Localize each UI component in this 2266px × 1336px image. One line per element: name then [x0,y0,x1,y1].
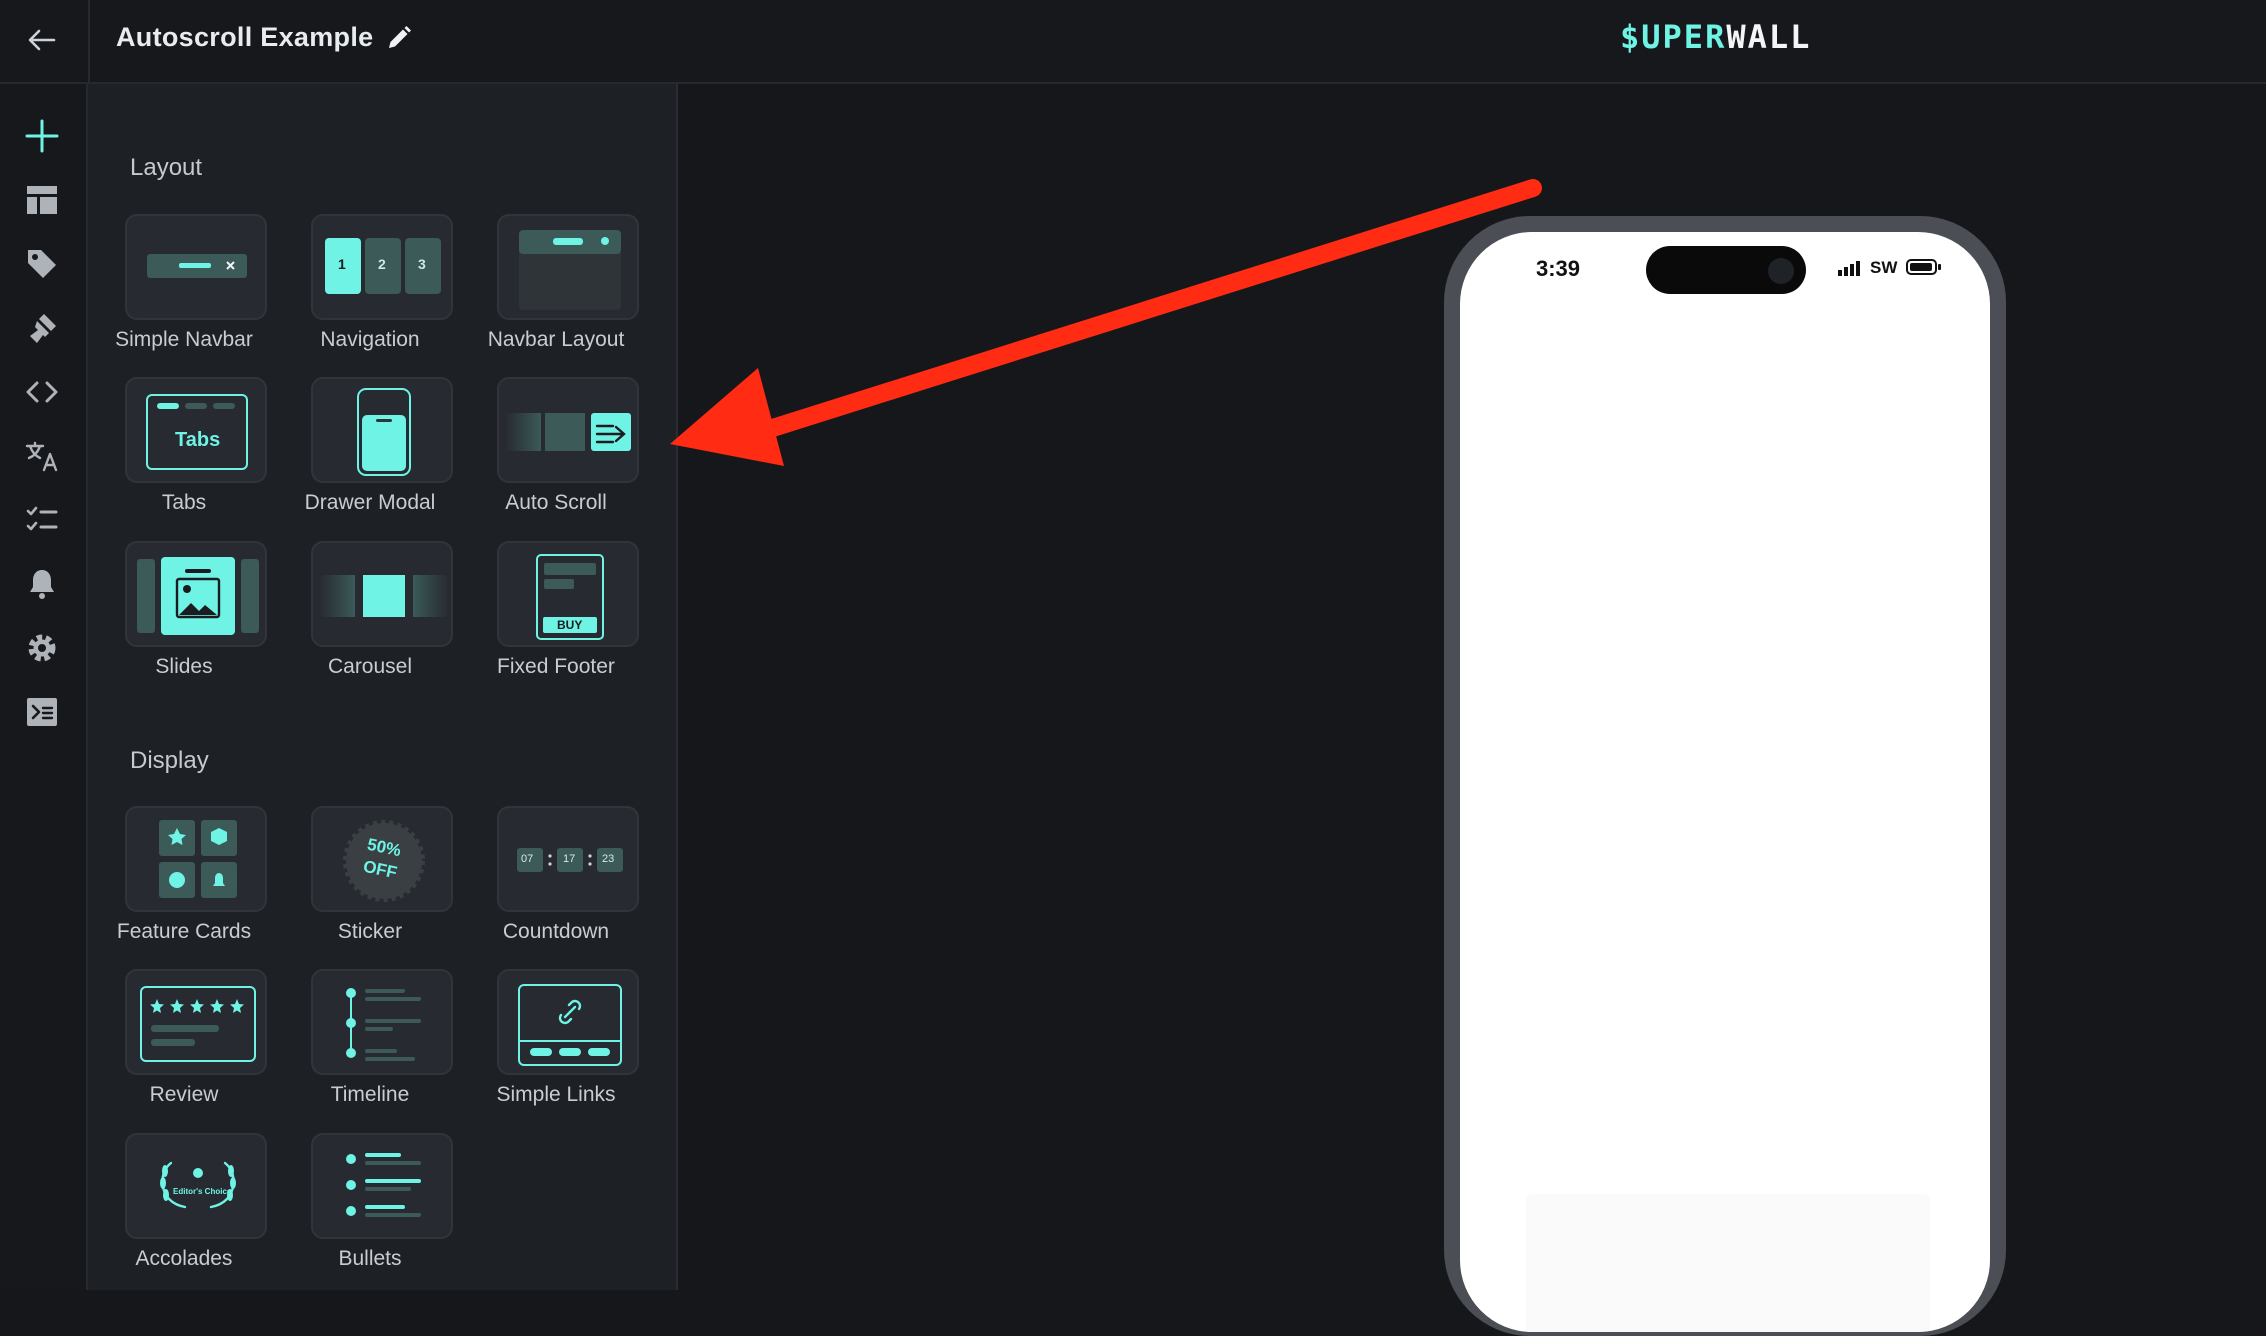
localization-button[interactable] [20,434,64,478]
label-tabs: Tabs [161,491,207,514]
auto-scroll-icon [505,413,631,451]
logo-part-2: WALL [1726,18,1812,56]
tile-simple-links[interactable] [497,969,639,1075]
bell-icon [30,570,54,599]
divider [88,0,90,84]
code-button[interactable] [20,370,64,414]
label-timeline: Timeline [330,1083,410,1106]
layout-button[interactable] [20,178,64,222]
translate-icon [25,441,58,472]
logo-part-1: $UPER [1620,18,1727,56]
countdown-3: 23 [602,853,615,865]
accolade-text: Editor's Choice [173,1187,232,1196]
tabs-word: Tabs [175,429,221,451]
label-navigation: Navigation [320,328,420,351]
superwall-logo: $UPERWALL [1620,18,1811,56]
elements-panel: Layout Simple Navbar 1 2 3 Navigation Na… [88,84,678,1290]
back-arrow-icon [28,29,56,51]
simple-navbar-icon [147,254,247,278]
carousel-icon [319,575,449,617]
checklist-button[interactable] [20,498,64,542]
theme-button[interactable] [20,306,64,350]
battery-icon [1906,259,1941,275]
label-accolades: Accolades [135,1247,233,1270]
tile-feature-cards[interactable] [125,806,267,912]
terminal-icon [27,698,57,726]
notifications-button[interactable] [20,562,64,606]
tile-countdown[interactable]: 07 17 23 [497,806,639,912]
label-simple-navbar: Simple Navbar [115,328,253,351]
layout-icon [27,186,57,214]
tile-navigation[interactable]: 1 2 3 [311,214,453,320]
page-title: Autoscroll Example [116,22,374,52]
label-countdown: Countdown [502,920,610,943]
tile-simple-navbar[interactable] [125,214,267,320]
slides-icon [137,557,259,635]
signal-icon [1838,261,1860,276]
label-slides: Slides [155,655,213,678]
tile-accolades[interactable]: Editor's Choice [125,1133,267,1239]
bottom-placeholder [1526,1194,1930,1332]
simple-links-icon [518,984,622,1066]
back-button[interactable] [18,16,66,64]
tile-sticker[interactable]: 50% OFF [311,806,453,912]
icon-rail [0,84,88,1290]
countdown-2: 17 [563,853,576,865]
label-carousel: Carousel [327,655,413,678]
label-bullets: Bullets [338,1247,402,1270]
add-element-button[interactable] [20,114,64,158]
pencil-icon [389,26,411,48]
section-title-layout: Layout [130,154,203,181]
tile-navbar-layout[interactable] [497,214,639,320]
label-sticker: Sticker [337,920,403,943]
nav-num-2: 2 [378,256,386,272]
tag-icon [28,250,56,278]
console-button[interactable] [20,690,64,734]
navbar-layout-icon [519,230,621,310]
label-simple-links: Simple Links [496,1083,616,1106]
top-bar: Autoscroll Example $UPERWALL [0,0,2266,84]
section-title-display: Display [130,747,209,774]
checklist-icon [26,506,58,531]
brush-icon [30,314,56,343]
tile-bullets[interactable] [311,1133,453,1239]
tile-timeline[interactable] [311,969,453,1075]
bullets-icon [346,1153,421,1217]
settings-button[interactable] [20,626,64,670]
countdown-1: 07 [521,853,534,865]
tile-tabs[interactable]: Tabs [125,377,267,483]
edit-title-button[interactable] [383,22,415,54]
tile-carousel[interactable] [311,541,453,647]
nav-num-1: 1 [338,256,346,272]
label-drawer-modal: Drawer Modal [304,491,436,514]
label-fixed-footer: Fixed Footer [497,655,615,678]
timeline-icon [346,988,421,1061]
drawer-modal-icon [357,388,411,476]
footer-buy: BUY [557,618,583,632]
review-icon [140,986,256,1062]
label-feature-cards: Feature Cards [116,920,252,943]
annotation-arrow [670,179,1542,466]
tile-drawer-modal[interactable] [311,377,453,483]
label-review: Review [149,1083,219,1106]
label-auto-scroll: Auto Scroll [505,491,607,514]
carrier-label: SW [1870,258,1898,277]
add-icon [25,119,59,153]
tile-review[interactable] [125,969,267,1075]
tile-auto-scroll[interactable] [497,377,639,483]
nav-num-3: 3 [418,256,426,272]
feature-cards-icon [159,820,237,898]
products-button[interactable] [20,242,64,286]
gear-icon [28,634,56,662]
tile-fixed-footer[interactable]: BUY [497,541,639,647]
tile-slides[interactable] [125,541,267,647]
camera-dot [1768,258,1794,284]
label-navbar-layout: Navbar Layout [487,328,625,351]
code-icon [26,381,58,403]
